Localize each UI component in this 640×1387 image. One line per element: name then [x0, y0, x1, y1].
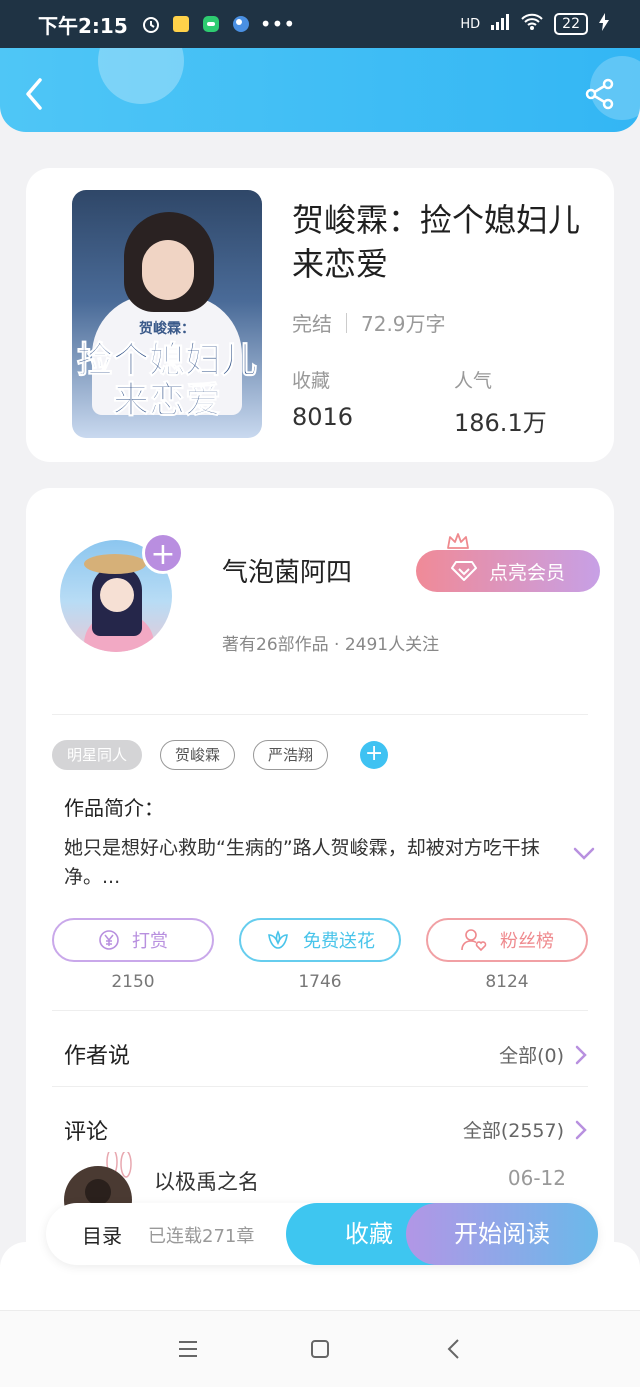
- home-icon[interactable]: [308, 1337, 332, 1361]
- popularity-stat: 人气 186.1万: [454, 366, 547, 438]
- header-decoration: [98, 48, 184, 104]
- popularity-value: 186.1万: [454, 409, 547, 437]
- favorites-value: 8016: [292, 403, 354, 431]
- back-nav-icon[interactable]: [442, 1337, 466, 1361]
- flower-icon: [268, 930, 288, 949]
- book-title: 贺峻霖：捡个媳妇儿来恋爱: [292, 201, 581, 283]
- back-button[interactable]: [20, 76, 50, 112]
- share-button[interactable]: [584, 78, 616, 110]
- book-cover[interactable]: 贺峻霖： 捡个媳妇儿来恋爱: [72, 190, 262, 438]
- popularity-label: 人气: [454, 370, 493, 392]
- tip-count: 2150: [111, 972, 155, 992]
- diamond-icon: [450, 561, 477, 581]
- network-type: HD: [460, 16, 481, 32]
- charging-icon: [598, 12, 610, 36]
- tip-label: 打赏: [132, 931, 168, 952]
- crown-icon: [447, 533, 469, 549]
- toc-button[interactable]: 目录: [82, 1220, 122, 1249]
- more-notifications: •••: [259, 12, 296, 36]
- wifi-icon: [520, 12, 544, 36]
- system-nav-bar: [0, 1310, 640, 1387]
- fan-ranking-label: 粉丝榜: [500, 931, 554, 952]
- yen-coin-icon: [99, 930, 119, 950]
- signal-icon: [490, 13, 510, 35]
- divider: [52, 714, 588, 715]
- commenter-name: 以极禹之名: [154, 1170, 259, 1194]
- intro-label: 作品简介：: [64, 796, 164, 820]
- status-bar: 下午2:15 ••• HD 22: [0, 0, 640, 48]
- tag-list: 明星同人 贺峻霖 严浩翔 +: [52, 740, 389, 770]
- avatar-figure: [100, 578, 134, 612]
- chevron-right-icon: [575, 1045, 587, 1064]
- status-time: 下午2:15: [38, 13, 128, 38]
- notification-app-icon: [170, 13, 192, 35]
- follow-author-button[interactable]: +: [142, 532, 184, 574]
- comments-link[interactable]: 全部(2557): [463, 1116, 588, 1143]
- menu-icon[interactable]: [176, 1337, 200, 1361]
- divider: [52, 1010, 588, 1011]
- author-says-title: 作者说: [64, 1044, 131, 1069]
- author-says-all: 全部(0): [499, 1045, 564, 1067]
- tag-item[interactable]: 明星同人: [52, 740, 143, 770]
- favorites-stat: 收藏 8016: [292, 366, 353, 431]
- header-bar: [0, 48, 640, 132]
- send-flower-button[interactable]: 免费送花: [239, 918, 401, 962]
- tag-item[interactable]: 严浩翔: [253, 740, 329, 770]
- add-tag-button[interactable]: +: [360, 741, 389, 769]
- tag-item[interactable]: 贺峻霖: [160, 740, 236, 770]
- tip-button[interactable]: 打赏: [52, 918, 214, 962]
- back-arrow-icon: [26, 78, 42, 110]
- chevron-down-icon[interactable]: [572, 846, 596, 862]
- word-count: 72.9万字: [361, 312, 446, 336]
- battery-indicator: 22: [554, 13, 588, 35]
- send-flower-label: 免费送花: [303, 931, 375, 952]
- vip-label: 点亮会员: [488, 561, 565, 584]
- cover-title: 捡个媳妇儿来恋爱: [76, 339, 257, 421]
- author-name[interactable]: 气泡菌阿四: [222, 552, 352, 589]
- chevron-right-icon: [575, 1120, 587, 1139]
- divider: [52, 1086, 588, 1087]
- alarm-icon: [140, 13, 162, 35]
- book-status: 完结: [292, 312, 332, 336]
- browser-app-icon: [230, 13, 252, 35]
- reading-action-bar: 目录 已连载271章 收藏 开始阅读: [46, 1203, 598, 1265]
- message-app-icon: [200, 13, 222, 35]
- comment-date: 06-12: [507, 1166, 566, 1190]
- fan-ranking-button[interactable]: 粉丝榜: [426, 918, 588, 962]
- share-icon: [585, 78, 614, 110]
- cover-figure: [142, 240, 194, 300]
- fan-count: 8124: [485, 972, 529, 992]
- flower-count: 1746: [298, 972, 342, 992]
- divider: [346, 312, 347, 333]
- vip-button[interactable]: 点亮会员: [416, 550, 600, 592]
- cover-subtitle: 贺峻霖：: [139, 321, 195, 337]
- start-reading-button[interactable]: 开始阅读: [406, 1203, 598, 1265]
- serial-status: 已连载271章: [148, 1226, 255, 1247]
- comments-title: 评论: [64, 1120, 109, 1145]
- book-meta: 完结 72.9万字: [292, 308, 446, 337]
- intro-text: 她只是想好心救助“生病的”路人贺峻霖，却被对方吃干抹净。...: [64, 837, 540, 888]
- avatar-figure: [84, 554, 146, 574]
- author-stats: 著有26部作品 · 2491人关注: [222, 635, 440, 655]
- book-info-card: 贺峻霖： 捡个媳妇儿来恋爱 贺峻霖：捡个媳妇儿来恋爱 完结 72.9万字 收藏 …: [26, 168, 614, 462]
- favorites-label: 收藏: [292, 370, 331, 392]
- author-says-link[interactable]: 全部(0): [499, 1041, 588, 1068]
- fan-user-icon: [461, 929, 487, 952]
- comments-all: 全部(2557): [462, 1120, 564, 1142]
